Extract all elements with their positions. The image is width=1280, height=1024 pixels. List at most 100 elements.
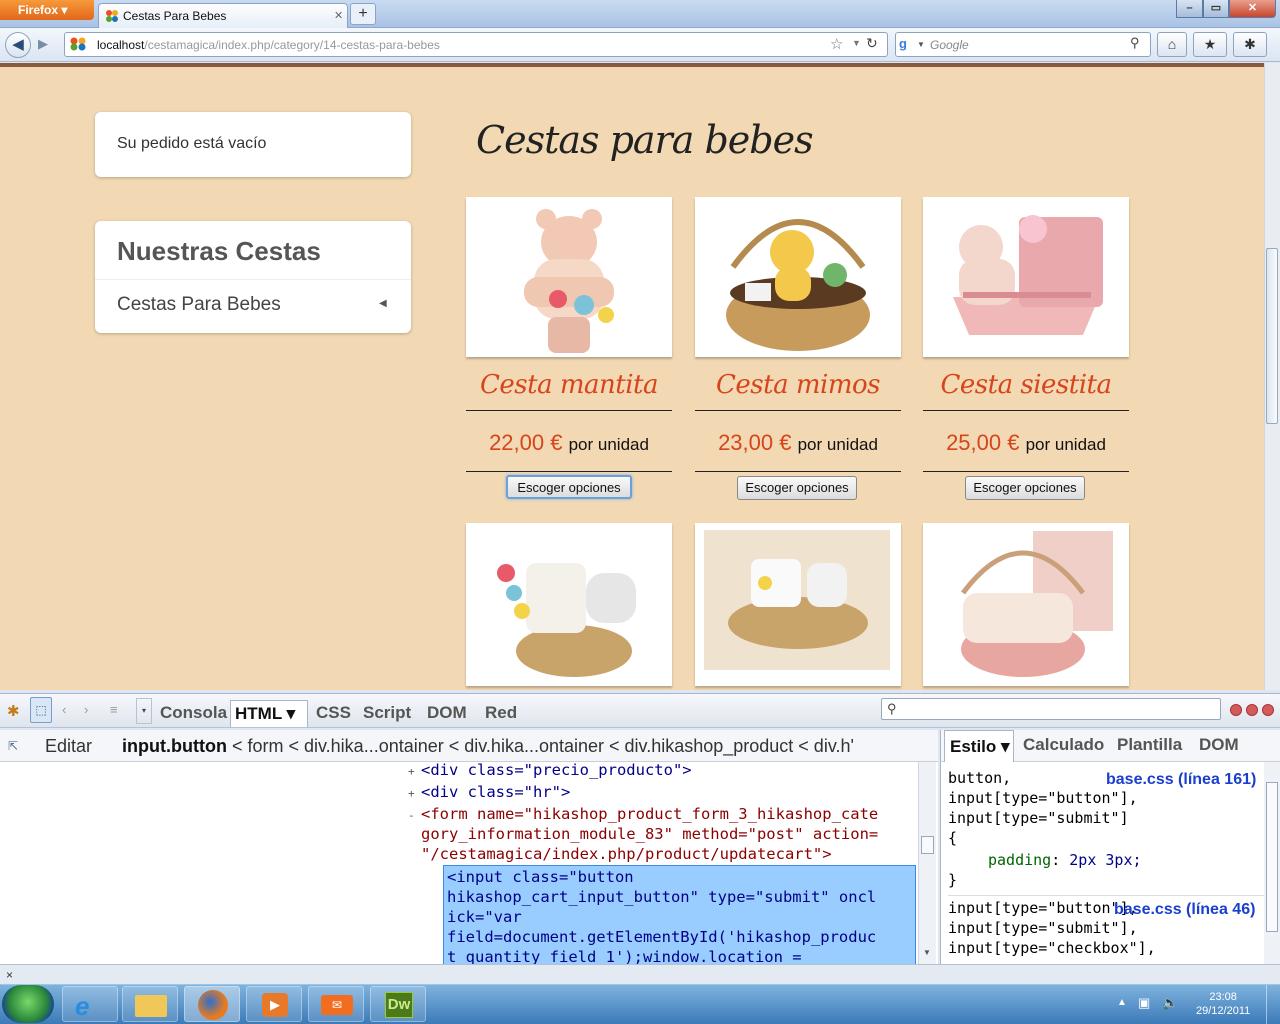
css-selector: input[type="button"], [948,899,1138,917]
selected-node-line: ick="var [447,908,522,926]
joomla-favicon-icon [106,10,118,22]
search-input[interactable]: Google [930,38,969,52]
collapse-toggle-icon[interactable]: - [408,806,418,826]
css-brace: { [948,829,958,847]
product-image-mantita[interactable] [466,197,672,357]
product-image[interactable] [695,523,901,686]
browser-tab[interactable]: Cestas Para Bebes [98,3,348,28]
mail-icon[interactable]: ✉ [308,986,364,1022]
css-selector: input[type="submit"], [948,919,1138,937]
breadcrumb[interactable]: input.button < form < div.hika...ontaine… [122,736,934,757]
tab-estilo[interactable]: Estilo ▾ [944,730,1014,762]
html-node-line[interactable]: <div class="precio_producto"> [421,762,692,780]
html-node-line[interactable]: <div class="hr"> [421,782,570,802]
scroll-down-arrow-icon[interactable]: ▼ [923,948,931,957]
site-identity-icon[interactable] [69,36,87,52]
next-arrow-icon[interactable]: › [84,702,88,717]
html-pane-scrollbar[interactable]: ▼ [918,762,936,964]
scrollbar-thumb[interactable] [921,836,934,854]
reload-icon[interactable]: ↻ [866,35,878,52]
selected-node-highlight[interactable]: <input class="button hikashop_cart_input… [443,865,916,964]
close-icon[interactable]: × [6,968,13,982]
window-maximize-button[interactable]: ▭ [1203,0,1229,18]
css-source-link[interactable]: base.css (línea 46) [1114,900,1255,920]
tray-show-hidden-icon[interactable]: ▲ [1117,997,1127,1008]
style-pane-scrollbar[interactable] [1264,762,1280,964]
dreamweaver-icon[interactable]: Dw [370,986,426,1022]
home-button[interactable]: ⌂ [1157,32,1187,57]
bookmark-star-icon[interactable]: ☆ [830,35,843,53]
show-desktop-button[interactable] [1266,985,1280,1024]
html-node-line[interactable]: gory_information_module_83" method="post… [421,824,878,844]
product-name[interactable]: Cesta mimos [695,370,901,400]
inspect-element-icon[interactable]: ⬚ [30,697,52,723]
window-minimize-button[interactable]: – [1176,0,1203,18]
window-close-button[interactable]: ✕ [1229,0,1276,18]
firebug-bug-icon[interactable]: ✱ [7,702,20,720]
google-search-engine-icon[interactable]: g [899,36,915,52]
search-engine-dropdown-icon[interactable]: ▼ [917,40,925,49]
tab-dom[interactable]: DOM [423,700,471,727]
product-image[interactable] [923,523,1129,686]
tab-close-icon[interactable]: ✕ [334,9,343,22]
network-icon[interactable]: ▣ [1138,995,1150,1011]
url-dropdown-icon[interactable]: ▼ [852,38,861,48]
forward-button[interactable]: ▶ [33,36,53,54]
choose-options-button[interactable]: Escoger opciones [506,475,632,499]
product-name[interactable]: Cesta siestita [923,370,1129,400]
css-source-link[interactable]: base.css (línea 161) [1106,770,1256,790]
search-icon[interactable]: ⚲ [1130,35,1140,51]
product-image-mimos[interactable] [695,197,901,357]
choose-options-button[interactable]: Escoger opciones [737,476,857,500]
panel-menu-dropdown-icon[interactable]: ▾ [136,698,152,724]
tab-html[interactable]: HTML ▾ [230,700,308,727]
firebug-toolbar-button[interactable]: ✱ [1233,32,1267,57]
selected-node-line: <input class="button [447,868,634,886]
tab-css[interactable]: CSS [312,700,355,727]
choose-options-button[interactable]: Escoger opciones [965,476,1085,500]
css-declaration[interactable]: padding: 2px 3px; [988,850,1142,870]
expand-panel-icon[interactable]: ⇱ [8,739,18,753]
category-link-cestas-para-bebes[interactable]: Cestas Para Bebes [117,294,281,316]
css-selector: input[type="checkbox"], [948,939,1156,957]
expand-toggle-icon[interactable]: + [408,784,418,804]
category-arrow-icon: ◀ [379,298,387,309]
product-image-siestita[interactable] [923,197,1129,357]
firebug-close-button[interactable] [1262,704,1274,716]
tab-plantilla[interactable]: Plantilla [1117,735,1182,755]
tab-side-dom[interactable]: DOM [1199,735,1239,755]
back-button[interactable]: ◀ [5,32,31,58]
bookmarks-button[interactable]: ★ [1193,32,1227,57]
previous-arrow-icon[interactable]: ‹ [62,702,66,717]
html-node-line[interactable]: "/cestamagica/index.php/product/updateca… [421,844,832,864]
divider [466,471,672,472]
firefox-taskbar-icon[interactable] [184,986,240,1022]
html-tree-pane[interactable]: + <div class="precio_producto"> + <div c… [0,762,938,964]
tab-red[interactable]: Red [481,700,521,727]
system-clock[interactable]: 23:08 29/12/2011 [1196,990,1250,1018]
file-explorer-icon[interactable] [122,986,178,1022]
new-tab-button[interactable]: + [350,3,376,25]
list-icon[interactable]: ≡ [110,702,118,717]
tab-calculado[interactable]: Calculado [1023,735,1104,755]
product-name[interactable]: Cesta mantita [466,370,672,400]
media-player-icon[interactable]: ▶ [246,986,302,1022]
page-scrollbar-thumb[interactable] [1266,248,1278,424]
expand-toggle-icon[interactable]: + [408,762,418,782]
style-rules-pane[interactable]: base.css (línea 161) button, input[type=… [940,762,1264,964]
volume-icon[interactable]: 🔈 [1162,995,1178,1011]
edit-button[interactable]: Editar [45,736,92,757]
tab-script[interactable]: Script [359,700,415,727]
firebug-detach-button[interactable] [1246,704,1258,716]
divider [923,471,1129,472]
url-text[interactable]: localhost/cestamagica/index.php/category… [97,38,440,52]
scrollbar-thumb[interactable] [1266,782,1278,932]
product-image[interactable] [466,523,672,686]
firebug-minimize-button[interactable] [1230,704,1242,716]
html-node-line[interactable]: <form name="hikashop_product_form_3_hika… [421,804,878,824]
tab-consola[interactable]: Consola [156,700,231,727]
start-button[interactable] [2,985,54,1023]
firefox-menu-button[interactable]: Firefox ▾ [0,0,94,20]
internet-explorer-icon[interactable]: e [62,986,118,1022]
firebug-search-input[interactable]: ⚲ [881,698,1221,720]
